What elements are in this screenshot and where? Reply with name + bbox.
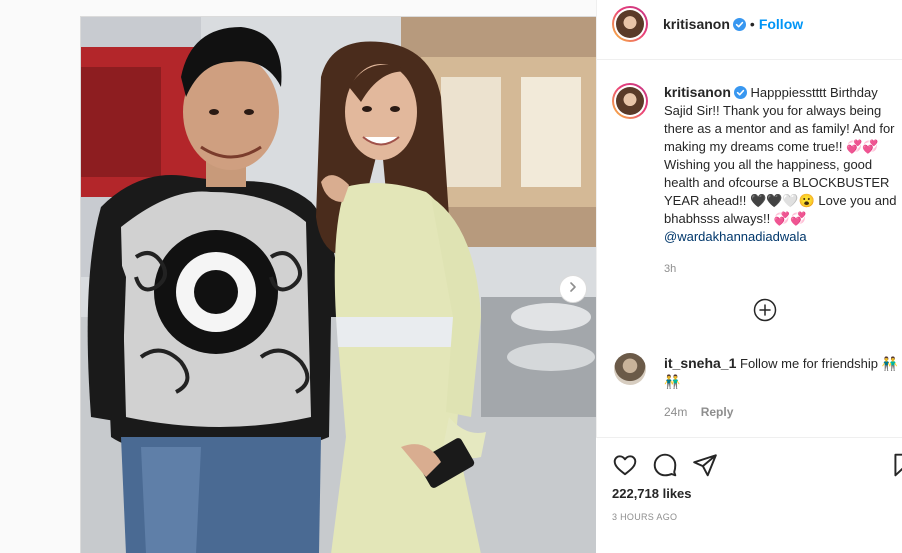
caption-username[interactable]: kritisanon bbox=[664, 84, 731, 100]
photo-illustration bbox=[81, 17, 599, 553]
follow-button[interactable]: Follow bbox=[759, 16, 803, 32]
caption-text: Happpiesstttt Birthday Sajid Sir!! Thank… bbox=[664, 85, 901, 226]
paper-plane-icon bbox=[692, 454, 718, 482]
header-user-line: kritisanon • Follow bbox=[663, 16, 803, 34]
load-more-comments-button[interactable] bbox=[753, 298, 777, 322]
author-avatar[interactable] bbox=[612, 6, 648, 42]
next-image-button[interactable] bbox=[559, 275, 587, 303]
comment-time: 24m bbox=[664, 405, 688, 419]
likes-count[interactable]: 222,718 likes bbox=[612, 486, 692, 501]
comment-button[interactable] bbox=[652, 452, 678, 478]
caption-time[interactable]: 3h bbox=[664, 260, 902, 278]
verified-badge-icon bbox=[733, 86, 747, 99]
header-username[interactable]: kritisanon bbox=[663, 16, 730, 32]
verified-badge-icon bbox=[732, 18, 746, 31]
reply-button[interactable]: Reply bbox=[701, 405, 734, 419]
commenter-avatar[interactable] bbox=[614, 353, 646, 385]
chevron-right-icon bbox=[567, 280, 579, 298]
post-header: kritisanon • Follow bbox=[597, 0, 902, 60]
post-photo[interactable] bbox=[81, 17, 599, 553]
like-button[interactable] bbox=[612, 452, 638, 478]
comment-item: it_sneha_1 Follow me for friendship 👬👬 bbox=[664, 354, 900, 391]
comment-bubble-icon bbox=[652, 453, 678, 482]
heart-icon bbox=[612, 455, 638, 482]
comment-username[interactable]: it_sneha_1 bbox=[664, 355, 736, 371]
share-button[interactable] bbox=[692, 452, 718, 478]
post-actions: 222,718 likes 3 HOURS AGO bbox=[596, 437, 902, 553]
comment-meta: 24m Reply bbox=[664, 405, 733, 419]
post-timestamp[interactable]: 3 HOURS AGO bbox=[612, 512, 677, 522]
caption-mention-link[interactable]: @wardakhannadiadwala bbox=[664, 229, 807, 244]
post-caption: kritisanon Happpiesstttt Birthday Sajid … bbox=[664, 83, 902, 278]
bookmark-icon bbox=[890, 453, 902, 482]
header-separator: • bbox=[749, 16, 755, 32]
plus-circle-icon bbox=[753, 298, 777, 326]
save-button[interactable] bbox=[890, 452, 902, 478]
instagram-page: kritisanon • Follow kritisanon Happpiesstt… bbox=[0, 0, 902, 553]
caption-avatar[interactable] bbox=[612, 83, 648, 119]
